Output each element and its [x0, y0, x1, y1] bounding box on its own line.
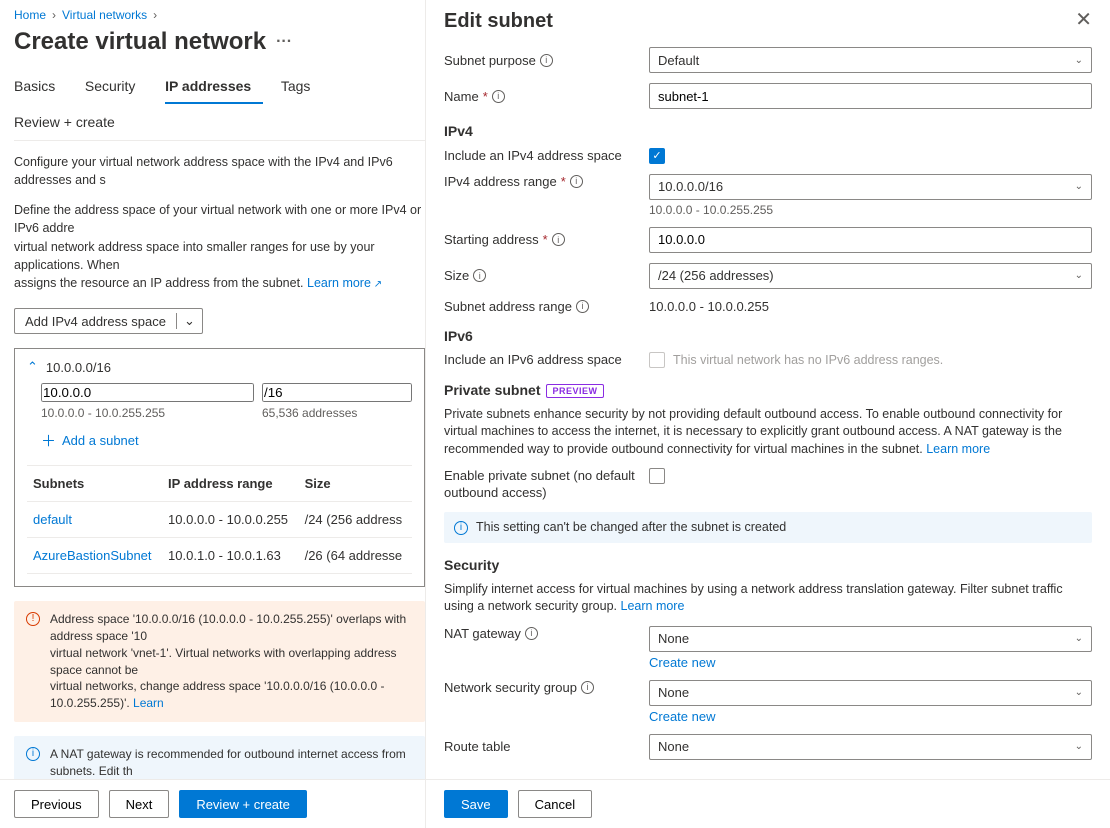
chevron-down-icon: ⌄ — [1075, 741, 1083, 752]
ipv6-section: IPv6 — [444, 328, 1092, 344]
route-label: Route table — [444, 739, 511, 754]
learn-more-security[interactable]: Learn more — [621, 599, 685, 613]
next-button[interactable]: Next — [109, 790, 170, 818]
chevron-down-icon: ⌄ — [1075, 181, 1083, 192]
chevron-down-icon[interactable]: ⌄ — [176, 313, 202, 329]
include-ipv4-label: Include an IPv4 address space — [444, 148, 622, 163]
name-input[interactable] — [649, 83, 1092, 109]
chevron-down-icon: ⌄ — [1075, 633, 1083, 644]
save-button[interactable]: Save — [444, 790, 508, 818]
col-range: IP address range — [162, 466, 299, 502]
table-row: default 10.0.0.0 - 10.0.0.255 /24 (256 a… — [27, 502, 412, 538]
preview-badge: PREVIEW — [546, 384, 603, 398]
name-label: Name — [444, 89, 479, 104]
subnet-range-label: Subnet address range — [444, 299, 572, 314]
info-icon: i — [454, 521, 468, 535]
chevron-down-icon: ⌄ — [1075, 687, 1083, 698]
subnet-link-bastion[interactable]: AzureBastionSubnet — [33, 548, 152, 563]
breadcrumb-home[interactable]: Home — [14, 8, 46, 22]
panel-footer: Save Cancel — [426, 779, 1110, 828]
subnet-purpose-select[interactable]: Default⌄ — [649, 47, 1092, 73]
private-subnet-section: Private subnetPREVIEW — [444, 382, 1092, 398]
security-section: Security — [444, 557, 1092, 573]
private-info-bar: i This setting can't be changed after th… — [444, 512, 1092, 543]
panel-title: Edit subnet — [444, 10, 553, 33]
table-row: AzureBastionSubnet 10.0.1.0 - 10.0.1.63 … — [27, 538, 412, 574]
subnet-link-default[interactable]: default — [33, 512, 72, 527]
info-icon[interactable]: i — [570, 175, 583, 188]
learn-more-link[interactable]: Learn more — [307, 276, 382, 290]
info-icon[interactable]: i — [540, 54, 553, 67]
enable-private-checkbox[interactable] — [649, 468, 665, 484]
ipv6-hint: This virtual network has no IPv6 address… — [673, 353, 943, 367]
cancel-button[interactable]: Cancel — [518, 790, 592, 818]
ipv4-range-label: IPv4 address range — [444, 174, 557, 189]
info-icon[interactable]: i — [552, 233, 565, 246]
previous-button[interactable]: Previous — [14, 790, 99, 818]
route-select[interactable]: None⌄ — [649, 734, 1092, 760]
starting-address-input[interactable] — [649, 227, 1092, 253]
chevron-down-icon: ⌄ — [1075, 55, 1083, 66]
close-icon[interactable]: ✕ — [1075, 10, 1092, 30]
include-ipv6-checkbox — [649, 352, 665, 368]
tab-tags[interactable]: Tags — [281, 68, 323, 104]
more-actions[interactable]: ··· — [276, 33, 292, 51]
review-create-button[interactable]: Review + create — [179, 790, 307, 818]
tab-basics[interactable]: Basics — [14, 68, 67, 104]
nat-label: NAT gateway — [444, 626, 521, 641]
plus-icon: ＋ — [41, 430, 56, 451]
ipv4-range-hint: 10.0.0.0 - 10.0.255.255 — [649, 200, 1092, 217]
include-ipv4-checkbox[interactable]: ✓ — [649, 148, 665, 164]
info-icon[interactable]: i — [492, 90, 505, 103]
warning-icon: ! — [26, 612, 40, 626]
chevron-down-icon: ⌄ — [1075, 270, 1083, 281]
info-icon[interactable]: i — [576, 300, 589, 313]
nsg-create-new[interactable]: Create new — [649, 706, 1092, 724]
col-subnets: Subnets — [27, 466, 162, 502]
ipv4-section: IPv4 — [444, 123, 1092, 139]
info-icon[interactable]: i — [525, 627, 538, 640]
tab-ip-addresses[interactable]: IP addresses — [165, 68, 263, 104]
private-desc: Private subnets enhance security by not … — [444, 406, 1092, 459]
intro-text-1: Configure your virtual network address s… — [14, 141, 425, 201]
nat-select[interactable]: None⌄ — [649, 626, 1092, 652]
chevron-up-icon[interactable]: ⌃ — [27, 359, 38, 375]
ipv4-range-select[interactable]: 10.0.0.0/16⌄ — [649, 174, 1092, 200]
security-desc: Simplify internet access for virtual mac… — [444, 581, 1092, 616]
add-ipv4-space-button[interactable]: Add IPv4 address space ⌄ — [14, 308, 203, 334]
address-space-title: 10.0.0.0/16 — [46, 360, 111, 375]
starting-address-label: Starting address — [444, 232, 539, 247]
info-icon[interactable]: i — [581, 681, 594, 694]
subnet-range-value: 10.0.0.0 - 10.0.0.255 — [649, 299, 769, 314]
size-select[interactable]: /24 (256 addresses)⌄ — [649, 263, 1092, 289]
nsg-label: Network security group — [444, 680, 577, 695]
include-ipv6-label: Include an IPv6 address space — [444, 352, 622, 367]
tab-security[interactable]: Security — [85, 68, 148, 104]
subnet-purpose-label: Subnet purpose — [444, 53, 536, 68]
page-title: Create virtual network ··· — [14, 28, 425, 62]
nat-create-new[interactable]: Create new — [649, 652, 1092, 670]
address-count-hint: 65,536 addresses — [262, 402, 412, 420]
address-space-card: ⌃ 10.0.0.0/16 10.0.0.0 - 10.0.255.255 65… — [14, 348, 425, 587]
breadcrumb: Home › Virtual networks › — [14, 8, 425, 28]
address-cidr-input[interactable] — [262, 383, 412, 402]
nsg-select[interactable]: None⌄ — [649, 680, 1092, 706]
size-label: Size — [444, 268, 469, 283]
address-start-input[interactable] — [41, 383, 254, 402]
breadcrumb-vnet[interactable]: Virtual networks — [62, 8, 147, 22]
wizard-footer: Previous Next Review + create — [0, 779, 425, 828]
add-subnet-button[interactable]: ＋ Add a subnet — [27, 420, 412, 459]
tab-review[interactable]: Review + create — [14, 104, 127, 140]
warning-alert: ! Address space '10.0.0.0/16 (10.0.0.0 -… — [14, 601, 425, 722]
learn-link[interactable]: Learn — [133, 696, 164, 710]
tabs: Basics Security IP addresses Tags Review… — [14, 68, 425, 141]
info-icon: i — [26, 747, 40, 761]
col-size: Size — [299, 466, 412, 502]
enable-private-label: Enable private subnet (no default outbou… — [444, 468, 649, 502]
address-range-hint: 10.0.0.0 - 10.0.255.255 — [41, 402, 254, 420]
info-icon[interactable]: i — [473, 269, 486, 282]
intro-text-2: Define the address space of your virtual… — [14, 201, 425, 304]
learn-more-private[interactable]: Learn more — [926, 442, 990, 456]
